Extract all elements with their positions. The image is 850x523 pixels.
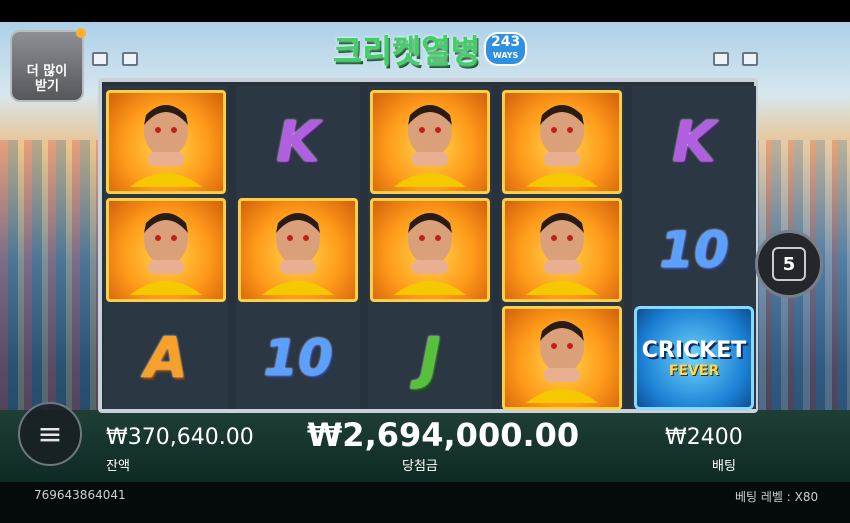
- balance-value: ₩370,640.00: [106, 425, 254, 450]
- bet-level: 베팅 레벨 : X80: [735, 490, 819, 504]
- round-id: 769643864041: [34, 488, 126, 502]
- reel-2: K 10: [236, 86, 360, 409]
- autospin-count: 5: [772, 247, 806, 281]
- bet-label: 배팅: [712, 459, 736, 474]
- player-symbol-icon: [370, 198, 490, 302]
- player-face-icon: [130, 105, 202, 187]
- symbol-k-icon: K: [672, 109, 716, 175]
- symbol-a-icon: A: [144, 325, 188, 391]
- get-more-button[interactable]: 더 많이 받기: [10, 28, 86, 102]
- menu-button[interactable]: ≡: [18, 402, 82, 466]
- player-face-icon: [394, 105, 466, 187]
- reel-grid: A K 10 J K 10 CRICKET FEVER: [98, 78, 758, 413]
- player-face-icon: [526, 105, 598, 187]
- player-symbol-icon: [370, 90, 490, 194]
- player-face-icon: [262, 213, 334, 295]
- symbol-j-icon: J: [419, 325, 441, 391]
- balance-label: 잔액: [106, 459, 130, 474]
- player-symbol-icon: [238, 198, 358, 302]
- ways-word: WAYS: [492, 51, 519, 60]
- notification-dot-icon: [76, 28, 86, 38]
- symbol-k-icon: K: [276, 109, 320, 175]
- symbol-10-icon: 10: [659, 221, 729, 279]
- stadium-light-icon: [742, 52, 758, 66]
- win-value: ₩2,694,000.00: [307, 416, 580, 454]
- stadium-light-icon: [122, 52, 138, 66]
- bet-value[interactable]: ₩2400: [665, 425, 743, 450]
- player-face-icon: [394, 213, 466, 295]
- reel-4: [500, 86, 624, 410]
- ways-badge: 243 WAYS: [483, 32, 528, 66]
- player-symbol-icon: [502, 198, 622, 302]
- bottom-bar: [0, 482, 850, 523]
- reel-5: K 10 CRICKET FEVER: [632, 86, 756, 410]
- player-symbol-icon: [502, 306, 622, 410]
- get-more-line2: 받기: [35, 79, 59, 94]
- get-more-line1: 더 많이: [26, 64, 68, 79]
- player-symbol-icon: [106, 198, 226, 302]
- reel-1: A: [104, 86, 228, 409]
- player-symbol-icon: [106, 90, 226, 194]
- player-face-icon: [130, 213, 202, 295]
- win-label: 당첨금: [402, 459, 438, 474]
- game-stage: 크리켓열병 243 WAYS 더 많이 받기 A K 10 J K 10 CRICKET FE…: [0, 0, 850, 523]
- stadium-light-icon: [713, 52, 729, 66]
- symbol-10-icon: 10: [263, 329, 333, 387]
- scatter-subtitle: FEVER: [668, 362, 720, 379]
- cricket-fever-scatter-icon: CRICKET FEVER: [634, 306, 754, 410]
- player-face-icon: [526, 321, 598, 403]
- reel-3: J: [368, 86, 492, 409]
- ways-number: 243: [490, 34, 521, 50]
- player-symbol-icon: [502, 90, 622, 194]
- top-letterbox: [0, 0, 850, 22]
- crowd-left: [0, 140, 110, 420]
- game-logo: 크리켓열병 243 WAYS: [325, 24, 535, 74]
- logo-title: 크리켓열병: [332, 32, 480, 70]
- scatter-title: CRICKET: [641, 337, 747, 363]
- player-face-icon: [526, 213, 598, 295]
- autospin-button[interactable]: 5: [755, 230, 823, 298]
- stadium-light-icon: [92, 52, 108, 66]
- hamburger-icon: ≡: [37, 416, 63, 452]
